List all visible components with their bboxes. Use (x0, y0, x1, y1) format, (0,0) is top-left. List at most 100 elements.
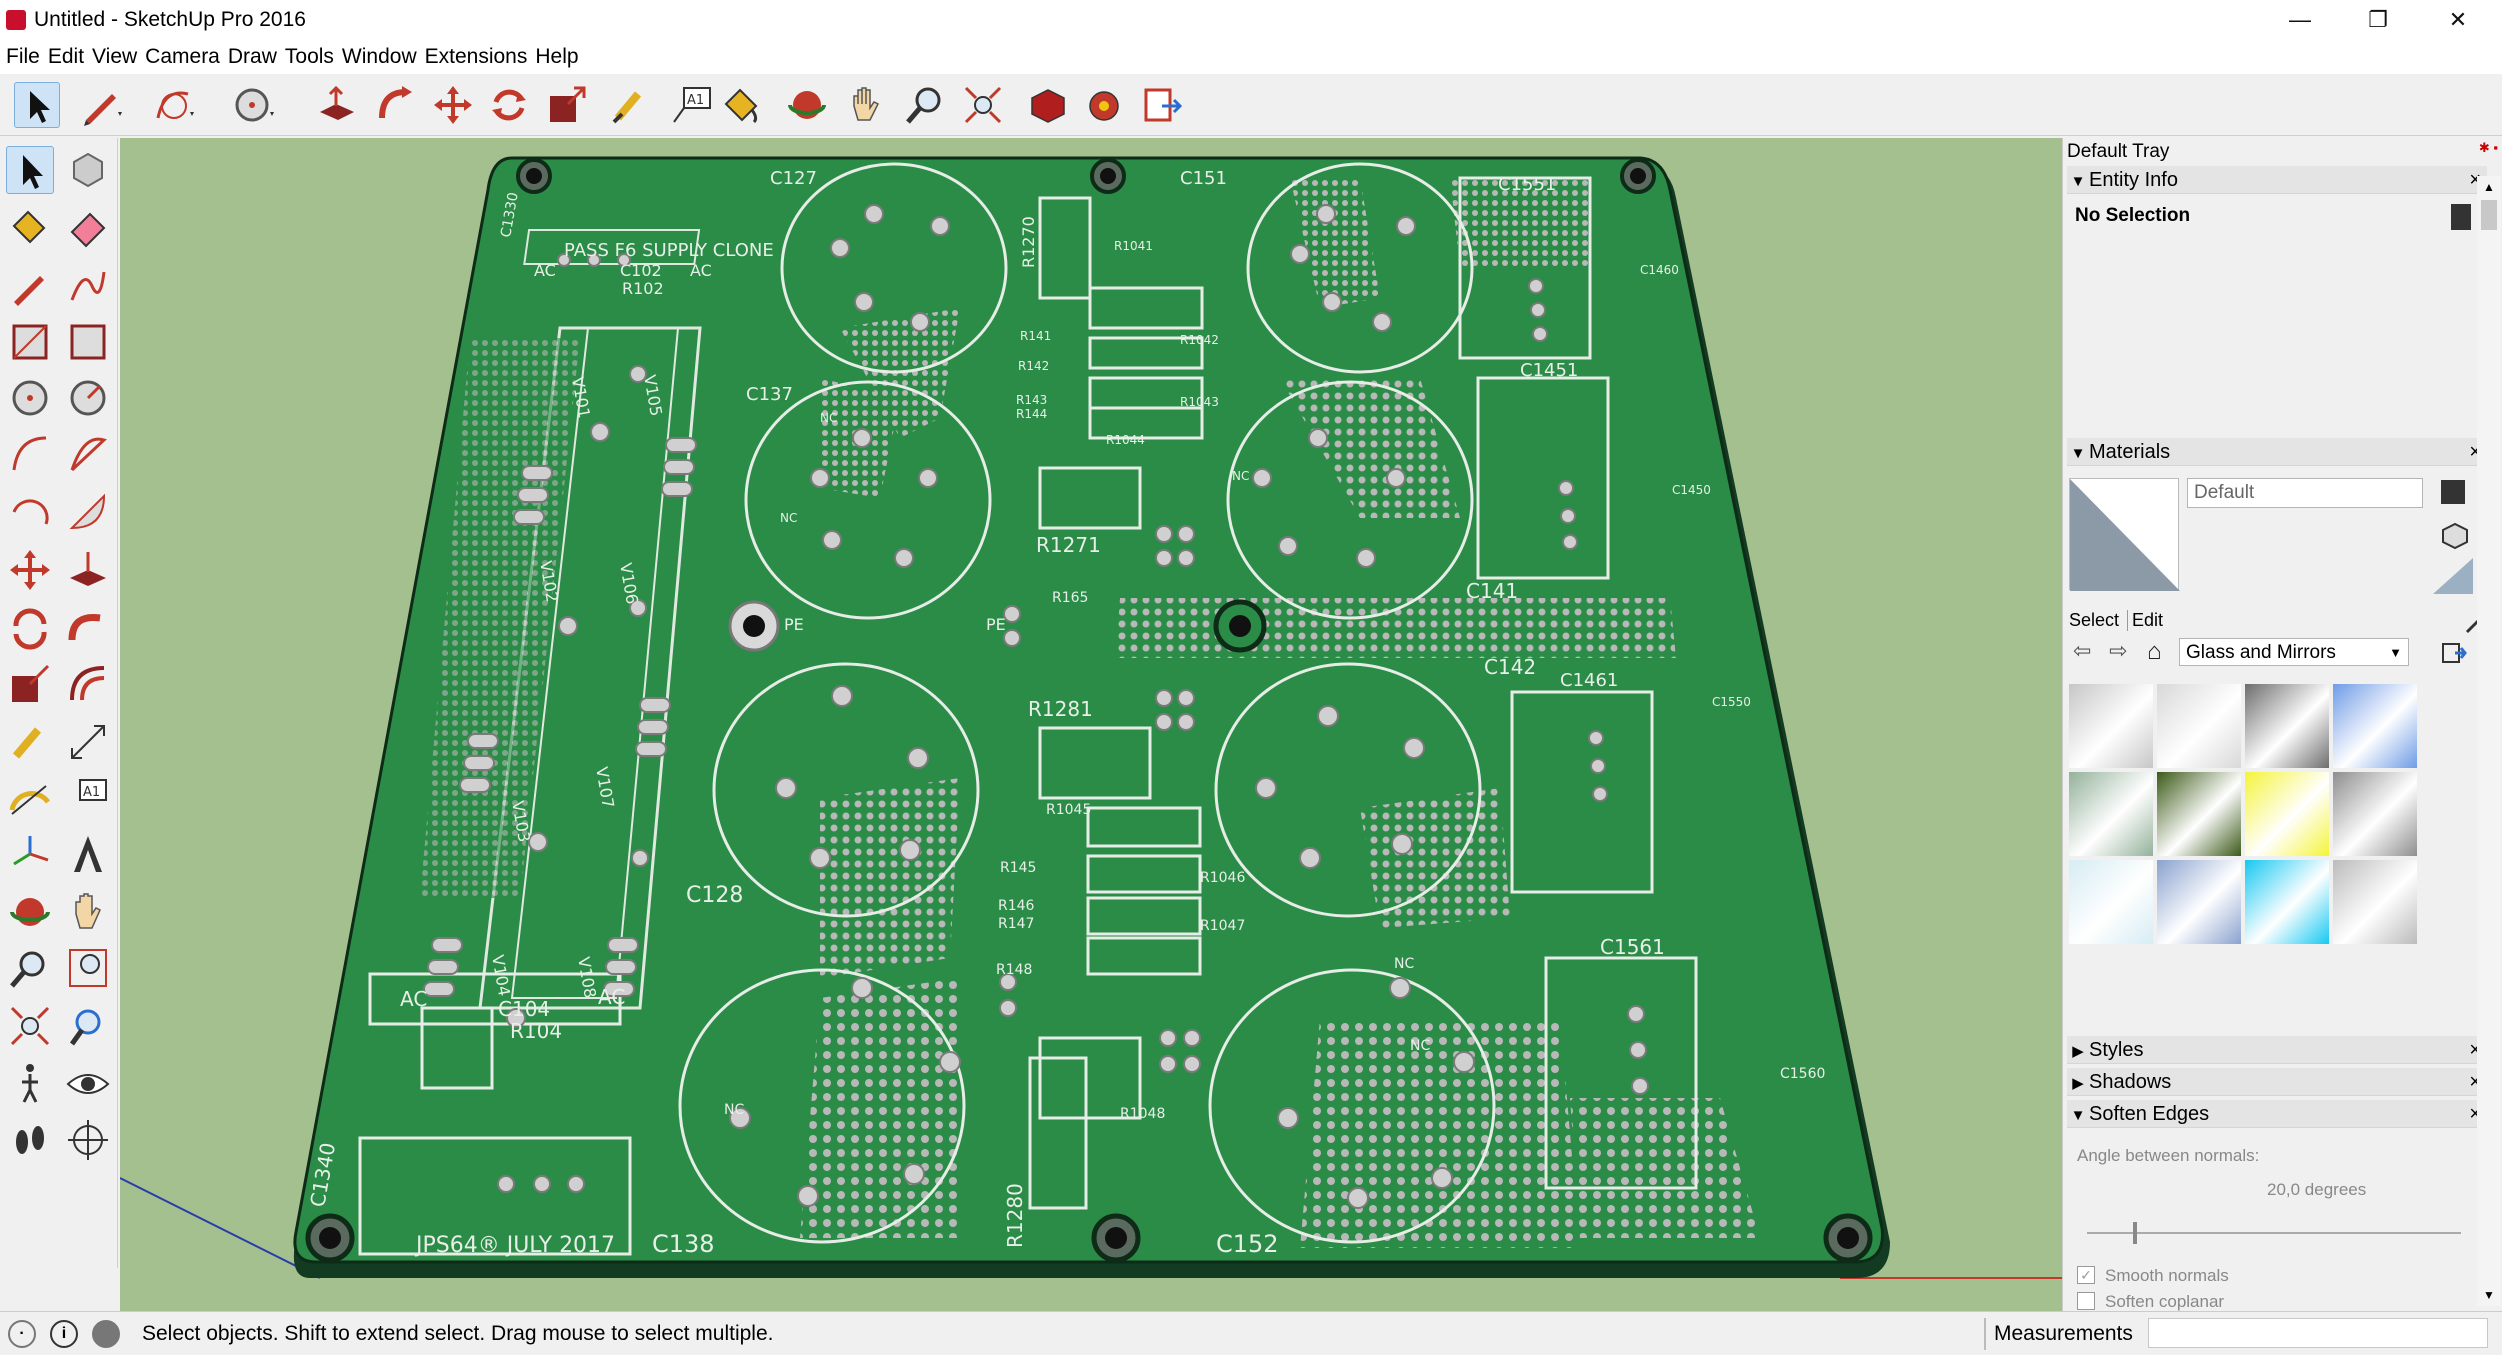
material-library-select[interactable]: Glass and Mirrors ▼ (2179, 638, 2409, 666)
angle-slider-track[interactable] (2087, 1232, 2461, 1234)
palette-zoom-window-button[interactable] (64, 944, 112, 992)
scroll-up-icon[interactable]: ▲ (2483, 180, 2495, 194)
palette-zoom-button[interactable] (6, 944, 54, 992)
back-arrow-icon[interactable]: ⇦ (2073, 638, 2091, 664)
select-tool-button[interactable] (14, 82, 60, 128)
palette-protractor-button[interactable] (6, 774, 54, 822)
menu-tools[interactable]: Tools (281, 40, 338, 74)
palette-look-around-button[interactable] (64, 1060, 112, 1108)
palette-circle-button[interactable] (6, 374, 54, 422)
entity-details-toggle-icon[interactable] (2451, 204, 2471, 230)
measurements-input[interactable] (2148, 1318, 2488, 1348)
palette-offset-button[interactable] (64, 660, 112, 708)
scale-tool-button[interactable] (544, 82, 590, 128)
material-swatch[interactable] (2333, 684, 2417, 768)
rotate-tool-button[interactable] (486, 82, 532, 128)
palette-pie-button[interactable] (64, 488, 112, 536)
palette-rotated-rect-button[interactable] (64, 318, 112, 366)
home-icon[interactable]: ⌂ (2147, 638, 2162, 666)
tray-pin-icon[interactable]: ✱ ▪ (2479, 140, 2498, 156)
smooth-normals-checkbox[interactable]: ✓ (2077, 1266, 2095, 1284)
tape-measure-button[interactable] (608, 82, 654, 128)
palette-axes-button[interactable] (6, 830, 54, 878)
palette-polygon-button[interactable] (64, 374, 112, 422)
material-swatch[interactable] (2245, 772, 2329, 856)
push-pull-button[interactable] (314, 82, 360, 128)
palette-position-camera-button[interactable] (6, 1116, 54, 1164)
material-swatch[interactable] (2069, 860, 2153, 944)
forward-arrow-icon[interactable]: ⇨ (2109, 638, 2127, 664)
tray-scrollbar[interactable]: ▲ ▼ (2477, 176, 2501, 1306)
palette-zoom-extents-button[interactable] (6, 1002, 54, 1050)
menu-window[interactable]: Window (338, 40, 421, 74)
angle-slider-handle[interactable] (2133, 1222, 2137, 1244)
move-tool-button[interactable] (430, 82, 476, 128)
material-swatch[interactable] (2333, 772, 2417, 856)
orbit-tool-button[interactable] (784, 82, 830, 128)
menu-draw[interactable]: Draw (224, 40, 281, 74)
scroll-down-icon[interactable]: ▼ (2483, 1288, 2495, 1302)
palette-rotate-button[interactable] (6, 604, 54, 652)
palette-move-button[interactable] (6, 546, 54, 594)
shadows-header[interactable]: ▶ Shadows × (2067, 1068, 2487, 1096)
material-swatch[interactable] (2333, 860, 2417, 944)
text-tool-button[interactable]: A1 (668, 82, 714, 128)
soften-coplanar-checkbox[interactable] (2077, 1292, 2095, 1310)
palette-rectangle-button[interactable] (6, 318, 54, 366)
model-viewport[interactable]: PASS F6 SUPPLY CLONE JPS64® JULY 2017 C1… (120, 138, 2062, 1311)
circle-tool-button[interactable] (230, 82, 276, 128)
palette-pan-button[interactable] (64, 888, 112, 936)
material-toggle-icon[interactable] (2433, 558, 2473, 594)
palette-walk-button[interactable] (6, 1060, 54, 1108)
zoom-extents-button[interactable] (960, 82, 1006, 128)
create-material-icon[interactable] (2441, 480, 2465, 504)
extension-warehouse-button[interactable] (1082, 82, 1128, 128)
material-swatch[interactable] (2069, 684, 2153, 768)
palette-select-button[interactable] (6, 146, 54, 194)
scroll-thumb[interactable] (2481, 200, 2497, 230)
palette-freehand-button[interactable] (64, 262, 112, 310)
sample-paint-icon[interactable] (2439, 520, 2469, 550)
palette-text-button[interactable]: A1 (64, 774, 112, 822)
entity-info-header[interactable]: ▼ Entity Info × (2067, 166, 2487, 194)
close-button[interactable]: ✕ (2420, 0, 2496, 40)
palette-scale-button[interactable] (6, 660, 54, 708)
materials-edit-tab[interactable]: Edit (2127, 610, 2163, 631)
user-account-icon[interactable] (92, 1320, 120, 1348)
send-to-layout-button[interactable] (1140, 82, 1186, 128)
material-name-field[interactable]: Default (2187, 478, 2423, 508)
menu-file[interactable]: File (0, 40, 44, 74)
menu-help[interactable]: Help (531, 40, 582, 74)
geo-location-icon[interactable]: · (8, 1320, 36, 1348)
menu-edit[interactable]: Edit (44, 40, 88, 74)
minimize-button[interactable]: — (2262, 0, 2338, 40)
palette-component-button[interactable] (64, 146, 112, 194)
material-swatch[interactable] (2157, 684, 2241, 768)
palette-push-pull-button[interactable] (64, 546, 112, 594)
material-swatch[interactable] (2157, 860, 2241, 944)
line-tool-button[interactable] (78, 82, 124, 128)
follow-me-button[interactable] (372, 82, 418, 128)
menu-extensions[interactable]: Extensions (421, 40, 532, 74)
palette-tape-button[interactable] (6, 718, 54, 766)
paint-bucket-button[interactable] (718, 82, 764, 128)
material-swatch[interactable] (2245, 684, 2329, 768)
menu-camera[interactable]: Camera (141, 40, 224, 74)
palette-paint-button[interactable] (6, 202, 54, 250)
palette-line-button[interactable] (6, 262, 54, 310)
soften-edges-header[interactable]: ▼ Soften Edges × (2067, 1100, 2487, 1128)
palette-previous-view-button[interactable] (64, 1002, 112, 1050)
palette-follow-me-button[interactable] (64, 604, 112, 652)
menu-view[interactable]: View (88, 40, 141, 74)
arc-tool-button[interactable] (150, 82, 196, 128)
pan-tool-button[interactable] (842, 82, 888, 128)
3d-warehouse-button[interactable] (1024, 82, 1070, 128)
zoom-tool-button[interactable] (902, 82, 948, 128)
restore-button[interactable]: ❐ (2340, 0, 2416, 40)
palette-orbit-button[interactable] (6, 888, 54, 936)
palette-dimension-button[interactable] (64, 718, 112, 766)
palette-3d-text-button[interactable] (64, 830, 112, 878)
details-arrow-icon[interactable] (2441, 640, 2467, 666)
palette-eraser-button[interactable] (64, 202, 112, 250)
info-icon[interactable]: i (50, 1320, 78, 1348)
